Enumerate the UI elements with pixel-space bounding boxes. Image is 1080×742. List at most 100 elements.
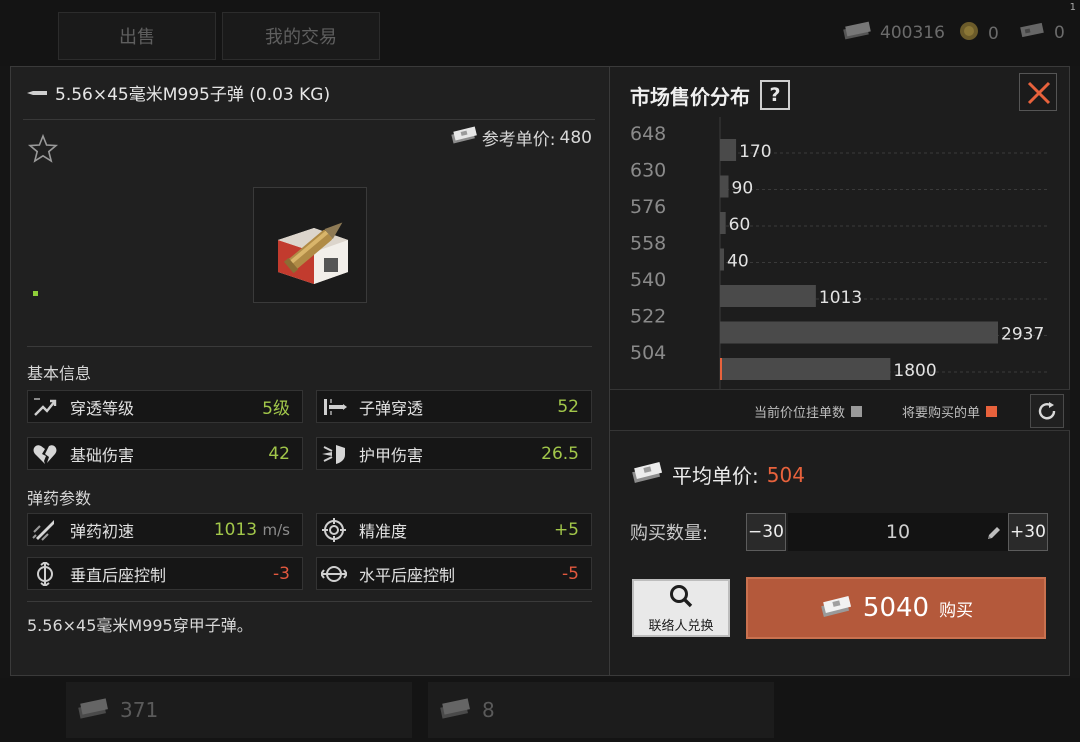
stat-label: 子弹穿透 [359,398,424,418]
legend-current-text: 当前价位挂单数 [754,406,846,421]
item-detail-panel: 5.56×45毫米M995子弹 (0.03 KG) 参考单价: 480 基本信息… [11,67,608,675]
chart-bar-label: 1800 [893,361,936,381]
currency-ticket: 0 [1018,20,1065,45]
chart-bar-label: 40 [727,252,749,272]
tab-sell[interactable]: 出售 [58,12,216,60]
quantity-input[interactable]: 10 [788,513,1008,551]
armor-damage-icon [317,438,351,469]
coin-icon [958,20,980,47]
chart-bar-label: 2937 [1001,325,1044,345]
cash-stack-icon [842,20,872,45]
stat-value: 1013 m/s [214,520,290,540]
status-dot [33,291,38,296]
bullet-icon [27,83,49,103]
ref-price-value: 480 [559,127,592,148]
currency-coin: 0 [958,20,999,47]
cash-stack-icon [630,461,664,488]
bottom-slot-2-value: 8 [482,698,495,722]
chart-price-tick: 576 [630,196,666,218]
chart-price-tick: 630 [630,160,666,182]
broken-heart-icon [28,438,62,469]
purchase-dialog: 5.56×45毫米M995子弹 (0.03 KG) 参考单价: 480 基本信息… [10,66,1070,676]
chart-price-tick: 558 [630,233,666,255]
contact-exchange-label: 联络人兑换 [648,618,714,634]
price-chart-svg: 648 170 630 90 576 60 558 40 540 1013 522 2937 504 18… [630,117,1048,389]
stat-label: 水平后座控制 [359,565,456,585]
chart-bar [720,321,998,344]
cash-stack-icon [438,697,472,724]
refresh-button[interactable] [1030,394,1064,428]
stat-muzzle-velocity: 弹药初速 1013 m/s [27,513,303,546]
legend-current-orders: 当前价位挂单数 [754,402,863,421]
chart-bar [720,358,891,380]
legend-orange-swatch [986,406,998,417]
section-basic-info: 基本信息 [27,364,92,383]
velocity-value: 1013 [213,519,258,540]
section-ammo-params: 弹药参数 [27,489,92,508]
chart-price-tick: 540 [630,269,666,291]
chart-bar-label: 60 [729,215,751,235]
stat-label: 护甲伤害 [359,445,424,465]
price-distribution-chart: 648 170 630 90 576 60 558 40 540 1013 522 2937 504 18… [610,117,1070,389]
horizontal-recoil-icon [317,558,351,589]
stat-armor-damage: 护甲伤害 26.5 [316,437,592,470]
stat-value: -3 [273,563,290,584]
market-panel: 市场售价分布 ? 648 170 630 90 576 60 558 40 540 1013 522… [609,67,1070,675]
divider [27,601,592,602]
item-title: 5.56×45毫米M995子弹 (0.03 KG) [27,80,330,105]
stat-value: 26.5 [541,443,579,464]
stat-value: 42 [268,443,290,464]
cash-stack-icon [819,595,853,621]
stat-bullet-penetration: 子弹穿透 52 [316,390,592,423]
stat-horizontal-recoil: 水平后座控制 -5 [316,557,592,590]
chart-price-tick: 522 [630,306,666,328]
buy-button[interactable]: 5040 购买 [746,577,1046,639]
legend-buy-text: 将要购买的单 [902,406,981,421]
bottom-slot-1-value: 371 [120,698,159,722]
stat-label: 垂直后座控制 [70,565,167,585]
velocity-unit: m/s [262,520,290,539]
stat-value: 52 [557,396,579,417]
avg-price-value: 504 [766,462,805,487]
stat-value: +5 [553,519,579,540]
corner-mark: 1 [1069,2,1076,13]
close-button[interactable] [1019,73,1057,111]
chart-bar [720,285,816,307]
stat-label: 精准度 [359,521,408,541]
bottom-slot-1[interactable]: 371 [66,682,412,738]
ref-price-label: 参考单价: [481,130,556,150]
legend-gray-swatch [851,406,863,417]
chart-bar-label: 90 [732,179,754,199]
bullet-penetration-icon [317,391,351,422]
penetration-level-icon [28,391,62,422]
average-price: 平均单价: 504 [630,460,805,489]
stat-vertical-recoil: 垂直后座控制 -3 [27,557,303,590]
stat-value: -5 [562,563,579,584]
quantity-label: 购买数量: [630,523,709,544]
bottom-slot-2[interactable]: 8 [428,682,774,738]
favorite-star-icon[interactable] [27,133,59,165]
search-icon [668,583,694,613]
chart-bar [720,175,729,198]
coin-amount: 0 [988,23,999,44]
chart-bar-label: 1013 [819,288,862,308]
tab-my-trades[interactable]: 我的交易 [222,12,380,60]
stat-label: 弹药初速 [70,521,135,541]
ammo-box-image [253,187,367,303]
avg-price-label: 平均单价: [672,464,759,488]
ammo-box-icon [278,222,348,284]
cash-stack-icon [76,697,110,724]
quantity-value: 10 [885,521,911,543]
divider [27,346,592,347]
help-button[interactable]: ? [760,80,790,110]
ticket-amount: 0 [1054,22,1065,43]
chart-bar-label: 170 [739,142,771,162]
pencil-icon [986,524,1002,546]
quantity-plus-button[interactable]: +30 [1008,513,1048,551]
market-title-text: 市场售价分布 [630,84,750,109]
quantity-minus-button[interactable]: −30 [746,513,786,551]
currency-cash: 400316 [842,20,945,45]
contact-exchange-button[interactable]: 联络人兑换 [632,579,730,637]
item-title-text: 5.56×45毫米M995子弹 (0.03 KG) [55,85,331,105]
chart-legend: 当前价位挂单数 将要购买的单 [610,389,1070,431]
